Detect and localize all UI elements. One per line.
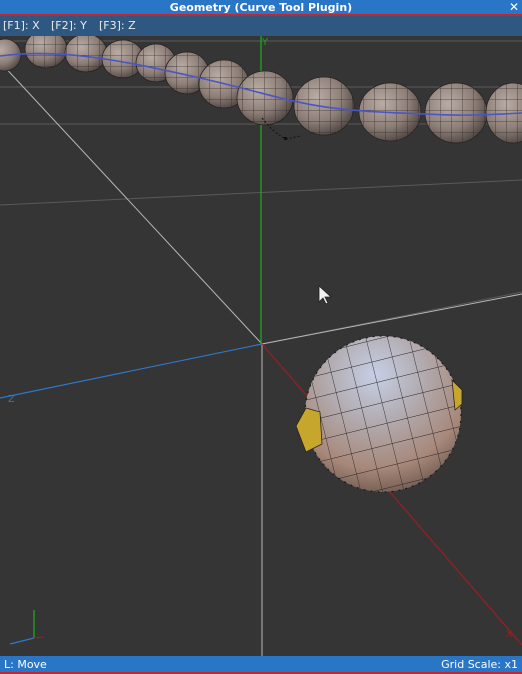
window-title: Geometry (Curve Tool Plugin) [169,1,353,14]
status-mode: L: Move [4,658,47,671]
close-icon[interactable]: ✕ [509,0,519,15]
orientation-gizmo [9,610,45,645]
axis-toggle-x[interactable]: [F1]: X [3,19,40,33]
bead-wireframe [25,36,522,143]
axis-label-y: Y [261,37,269,48]
control-point[interactable] [284,137,287,140]
axis-label-z: Z [8,394,15,405]
axis-toggle-y[interactable]: [F2]: Y [51,19,87,33]
geometry-window: Geometry (Curve Tool Plugin) ✕ [F1]: X [… [0,0,522,674]
mouse-cursor-icon [318,285,333,305]
status-grid-scale: Grid Scale: x1 [441,658,518,671]
3d-viewport[interactable]: Y Z X [0,36,522,656]
axis-toggle-bar: [F1]: X [F2]: Y [F3]: Z [0,16,522,36]
axis-label-x: X [506,629,513,640]
selected-sphere[interactable] [295,330,470,500]
status-bar: L: Move Grid Scale: x1 [0,656,522,674]
axis-toggle-z[interactable]: [F3]: Z [99,19,136,33]
title-bar: Geometry (Curve Tool Plugin) ✕ [0,0,522,16]
